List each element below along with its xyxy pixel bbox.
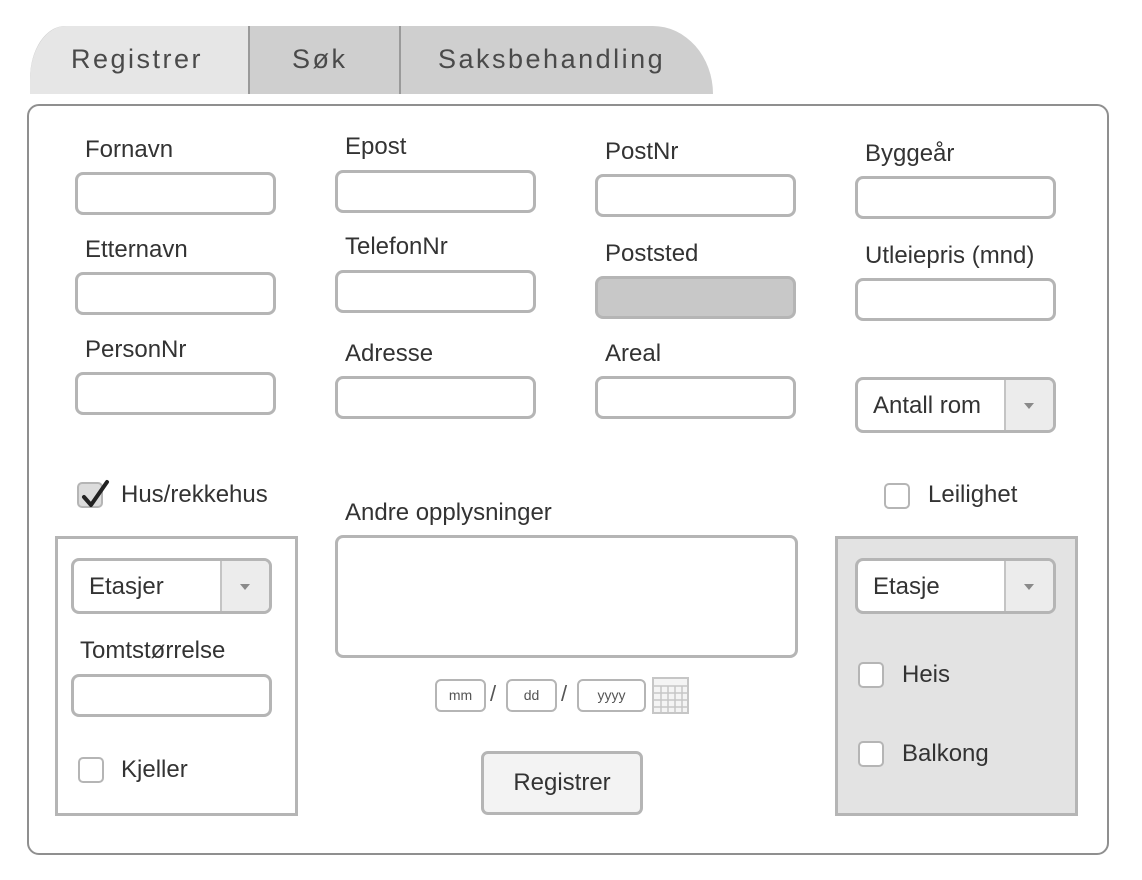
fornavn-input[interactable] [75, 172, 276, 215]
etasje-value: Etasje [873, 573, 940, 600]
chevron-down-icon [240, 584, 250, 590]
utleiepris-input[interactable] [855, 278, 1056, 321]
registrer-submit-button[interactable]: Registrer [481, 751, 643, 815]
date-separator: / [561, 681, 568, 706]
andre-opplysninger-textarea[interactable] [335, 535, 798, 658]
areal-input[interactable] [595, 376, 796, 419]
etasjer-value: Etasjer [89, 573, 164, 600]
date-day-input[interactable]: dd [506, 679, 557, 712]
tab-registrer-label[interactable]: Registrer [71, 44, 203, 75]
balkong-checkbox[interactable] [858, 741, 884, 767]
fornavn-label: Fornavn [85, 136, 174, 163]
leilighet-checkbox[interactable] [884, 483, 910, 509]
kjeller-checkbox[interactable] [78, 757, 104, 783]
balkong-label: Balkong [902, 740, 989, 767]
etasjer-select[interactable]: Etasjer [71, 558, 272, 614]
date-month-input[interactable]: mm [435, 679, 486, 712]
heis-label: Heis [902, 661, 951, 688]
andre-opplysninger-label: Andre opplysninger [345, 499, 552, 526]
hus-rekkehus-label: Hus/rekkehus [121, 481, 268, 508]
hus-rekkehus-checkbox[interactable] [77, 480, 109, 508]
tab-divider [248, 26, 250, 94]
adresse-input[interactable] [335, 376, 536, 419]
poststed-input [595, 276, 796, 319]
etasjer-dropdown-button[interactable] [220, 561, 269, 611]
kjeller-label: Kjeller [121, 756, 188, 783]
epost-label: Epost [345, 133, 407, 160]
chevron-down-icon [1024, 584, 1034, 590]
etasje-select[interactable]: Etasje [855, 558, 1056, 614]
personnr-input[interactable] [75, 372, 276, 415]
etternavn-label: Etternavn [85, 236, 188, 263]
antall-rom-select[interactable]: Antall rom [855, 377, 1056, 433]
etasje-dropdown-button[interactable] [1004, 561, 1053, 611]
epost-input[interactable] [335, 170, 536, 213]
tab-bar: Registrer Søk Saksbehandling [30, 26, 713, 94]
telefonnr-input[interactable] [335, 270, 536, 313]
utleiepris-label: Utleiepris (mnd) [865, 242, 1035, 269]
tomtstorrelse-label: Tomtstørrelse [80, 637, 226, 664]
heis-checkbox[interactable] [858, 662, 884, 688]
adresse-label: Adresse [345, 340, 434, 367]
telefonnr-label: TelefonNr [345, 233, 448, 260]
tab-saksbehandling[interactable]: Saksbehandling [438, 44, 665, 75]
personnr-label: PersonNr [85, 336, 187, 363]
poststed-label: Poststed [605, 240, 699, 267]
postnr-input[interactable] [595, 174, 796, 217]
tab-divider [399, 26, 401, 94]
etternavn-input[interactable] [75, 272, 276, 315]
byggeaar-input[interactable] [855, 176, 1056, 219]
tomtstorrelse-input[interactable] [71, 674, 272, 717]
antall-rom-dropdown-button[interactable] [1004, 380, 1053, 430]
tab-sok[interactable]: Søk [292, 44, 348, 75]
postnr-label: PostNr [605, 138, 679, 165]
date-year-input[interactable]: yyyy [577, 679, 646, 712]
chevron-down-icon [1024, 403, 1034, 409]
byggeaar-label: Byggeår [865, 140, 955, 167]
antall-rom-value: Antall rom [873, 392, 982, 419]
calendar-icon[interactable] [652, 677, 689, 714]
areal-label: Areal [605, 340, 662, 367]
leilighet-label: Leilighet [928, 481, 1018, 508]
checkmark-icon [82, 480, 109, 507]
date-separator: / [490, 681, 497, 706]
